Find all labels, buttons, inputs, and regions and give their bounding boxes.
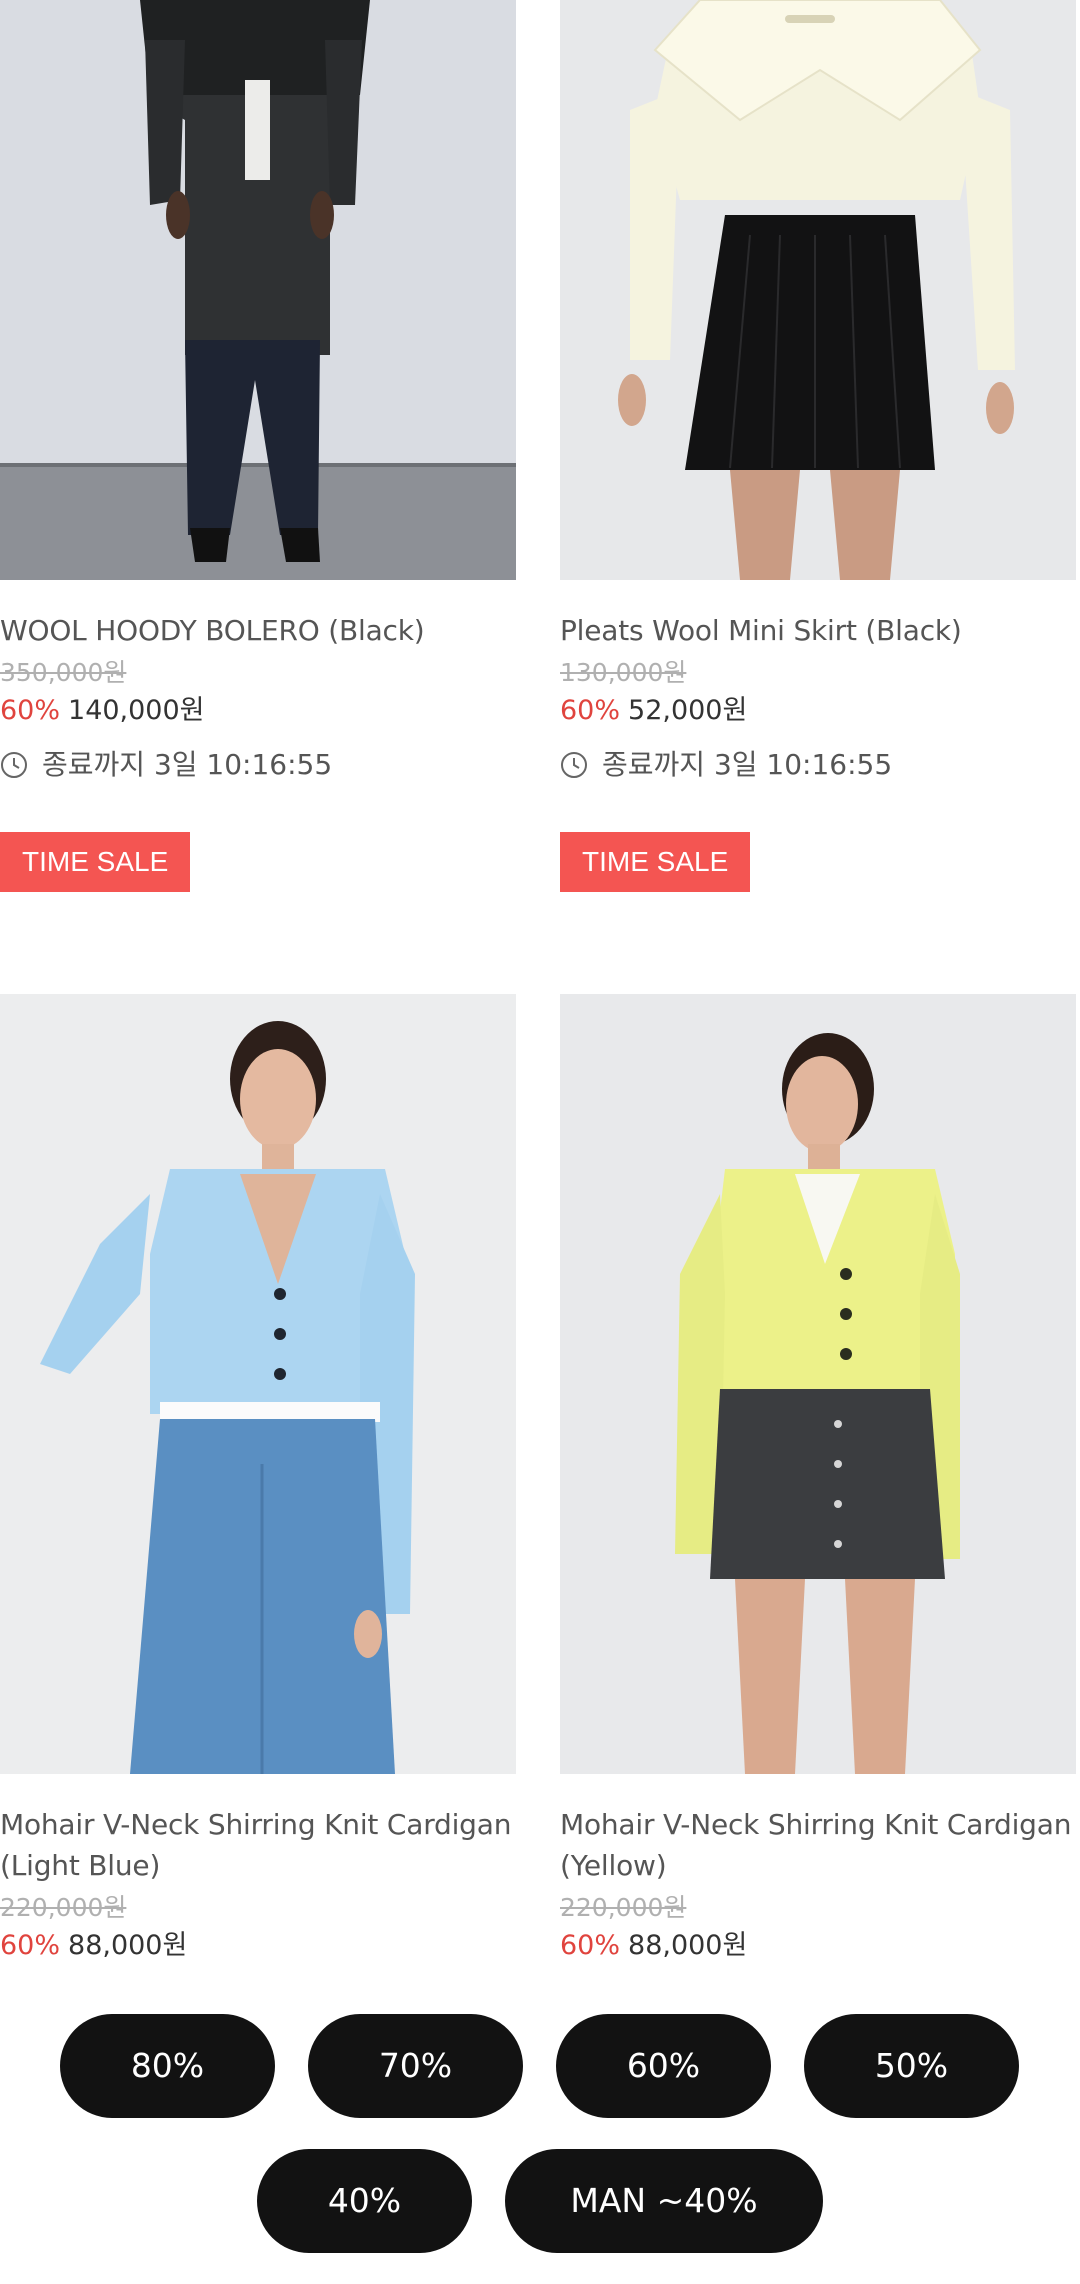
product-name[interactable]: Mohair V-Neck Shirring Knit Cardigan (Ye… <box>560 1804 1076 1886</box>
product-card[interactable]: Mohair V-Neck Shirring Knit Cardigan (Ye… <box>560 994 1076 1966</box>
time-sale-badge: TIME SALE <box>0 832 191 892</box>
original-price: 130,000원 <box>560 658 687 687</box>
product-image[interactable] <box>560 0 1076 580</box>
countdown-text: 종료까지 3일 10:16:55 <box>602 748 893 781</box>
clock-icon <box>1 752 27 778</box>
product-image[interactable] <box>560 994 1076 1774</box>
price-value: 88,000원 <box>628 1930 748 1961</box>
discount-rate: 60% <box>560 1930 621 1961</box>
product-name[interactable]: Mohair V-Neck Shirring Knit Cardigan (Li… <box>0 1804 516 1886</box>
product-name[interactable]: Pleats Wool Mini Skirt (Black) <box>560 610 1076 651</box>
product-image[interactable] <box>0 994 516 1774</box>
sale-price: 60% 88,000원 <box>0 1926 516 1966</box>
product-name[interactable]: WOOL HOODY BOLERO (Black) <box>0 610 516 651</box>
countdown: 종료까지 3일 10:16:55 <box>560 743 1076 787</box>
countdown: 종료까지 3일 10:16:55 <box>0 743 516 787</box>
time-sale-badge: TIME SALE <box>560 832 751 892</box>
discount-rate: 60% <box>0 695 61 726</box>
clock-icon <box>561 752 587 778</box>
filter-40-button[interactable]: 40% <box>257 2149 472 2253</box>
filter-man-button[interactable]: MAN ~40% <box>505 2149 823 2253</box>
filter-70-button[interactable]: 70% <box>308 2014 523 2118</box>
price-value: 52,000원 <box>628 695 748 726</box>
sale-price: 60% 52,000원 <box>560 691 1076 731</box>
product-card[interactable]: Mohair V-Neck Shirring Knit Cardigan (Li… <box>0 994 516 1966</box>
sale-price: 60% 88,000원 <box>560 1926 1076 1966</box>
original-price: 350,000원 <box>0 658 127 687</box>
discount-rate: 60% <box>0 1930 61 1961</box>
filter-80-button[interactable]: 80% <box>60 2014 275 2118</box>
product-card[interactable]: Pleats Wool Mini Skirt (Black) 130,000원 … <box>560 0 1076 892</box>
product-image[interactable] <box>0 0 516 580</box>
discount-rate: 60% <box>560 695 621 726</box>
filter-60-button[interactable]: 60% <box>556 2014 771 2118</box>
original-price: 220,000원 <box>560 1893 687 1922</box>
countdown-text: 종료까지 3일 10:16:55 <box>42 748 333 781</box>
filter-50-button[interactable]: 50% <box>804 2014 1019 2118</box>
original-price: 220,000원 <box>0 1893 127 1922</box>
price-value: 140,000원 <box>68 695 205 726</box>
product-card[interactable]: WOOL HOODY BOLERO (Black) 350,000원 60% 14… <box>0 0 516 892</box>
price-value: 88,000원 <box>68 1930 188 1961</box>
discount-filter-bar: 80% 70% 60% 50% 40% MAN ~40% <box>0 1977 1080 2284</box>
sale-price: 60% 140,000원 <box>0 691 516 731</box>
